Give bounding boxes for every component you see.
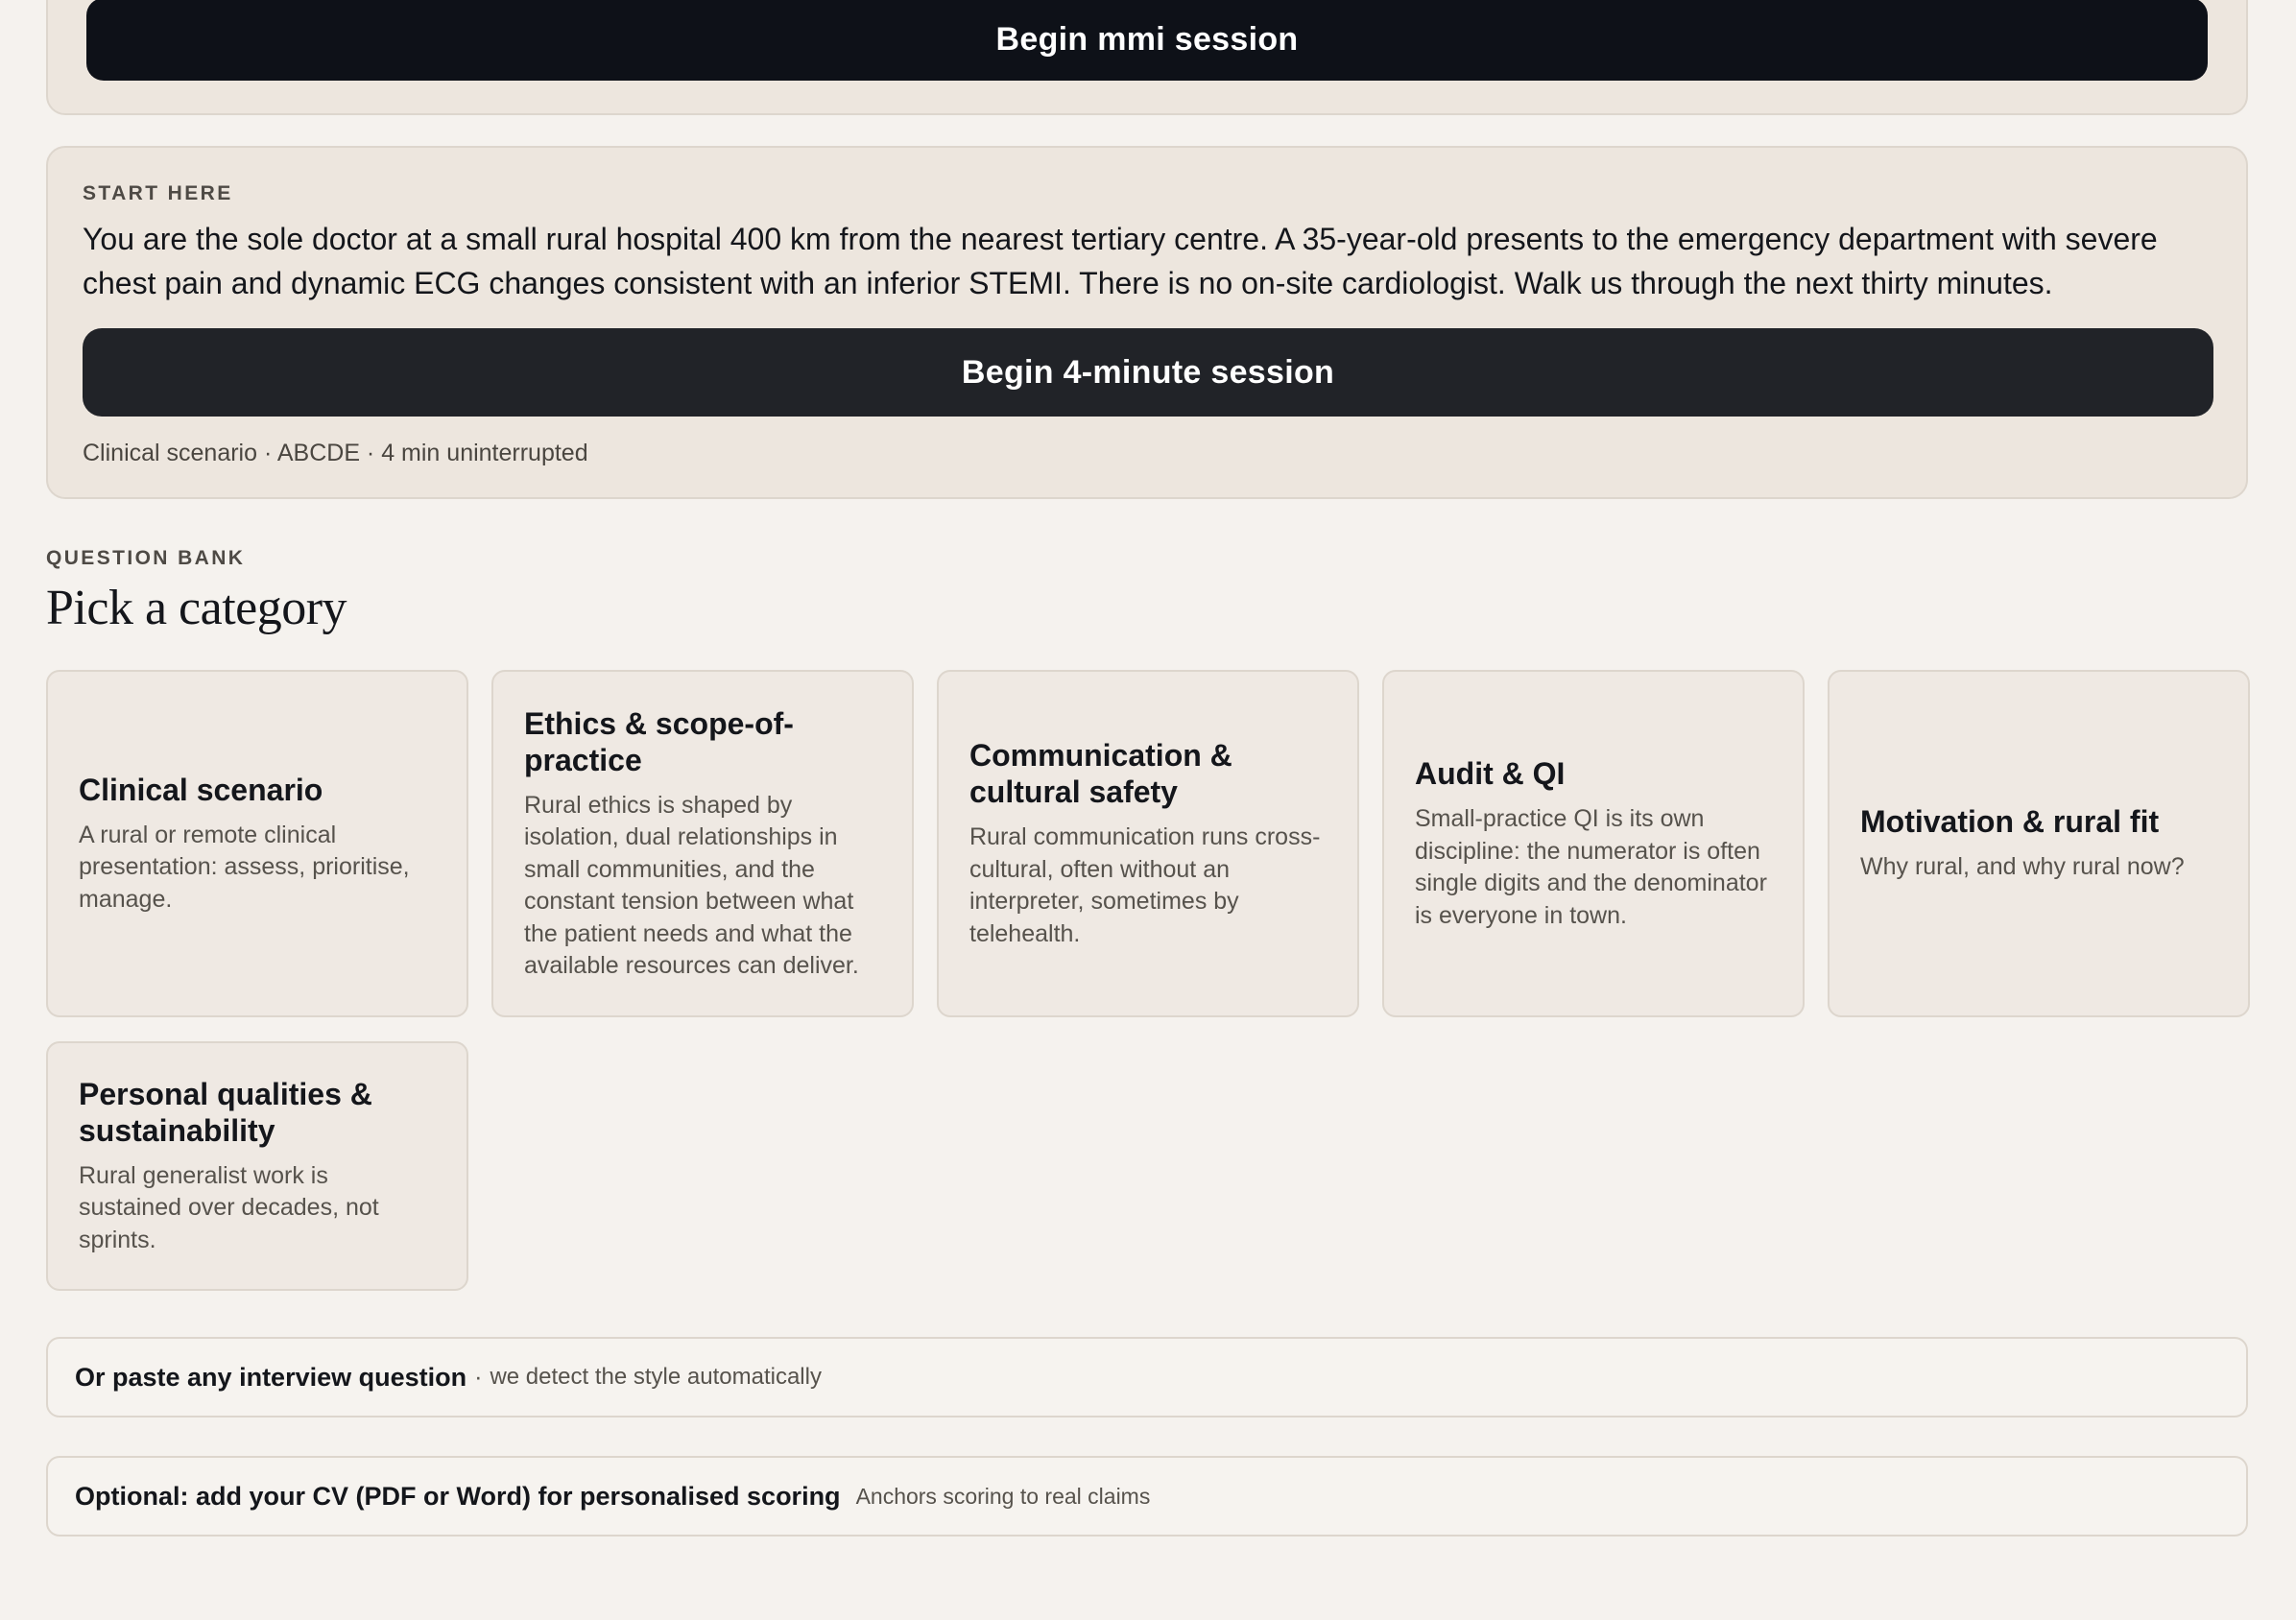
separator-dot: · — [474, 1363, 483, 1391]
category-description: Rural ethics is shaped by isolation, dua… — [524, 791, 859, 980]
category-card-motivation[interactable]: Motivation & rural fit Why rural, and wh… — [1828, 670, 2250, 1017]
cv-upload-note: Anchors scoring to real claims — [855, 1483, 1151, 1509]
category-title: Audit & QI — [1415, 756, 1566, 791]
category-description: Small-practice QI is its own discipline:… — [1415, 805, 1767, 929]
category-title: Motivation & rural fit — [1860, 804, 2160, 840]
category-card-audit-qi[interactable]: Audit & QI Small-practice QI is its own … — [1382, 670, 1805, 1017]
category-description: A rural or remote clinical presentation:… — [79, 821, 410, 913]
start-here-eyebrow: START HERE — [83, 182, 233, 204]
category-description: Rural generalist work is sustained over … — [79, 1161, 379, 1253]
begin-4-minute-session-button[interactable]: Begin 4-minute session — [83, 328, 2213, 417]
scenario-prompt: You are the sole doctor at a small rural… — [83, 222, 2158, 300]
begin-mmi-session-button[interactable]: Begin mmi session — [86, 0, 2208, 81]
category-description: Why rural, and why rural now? — [1860, 853, 2185, 881]
paste-question-bar[interactable]: Or paste any interview question · we det… — [46, 1337, 2248, 1418]
category-title: Personal qualities & sustainability — [79, 1076, 372, 1148]
category-card-ethics[interactable]: Ethics & scope-of-practice Rural ethics … — [491, 670, 914, 1017]
start-here-panel: START HERE You are the sole doctor at a … — [46, 146, 2248, 499]
mmi-session-panel: Begin mmi session — [46, 0, 2248, 115]
question-bank-eyebrow: QUESTION BANK — [46, 547, 246, 569]
paste-question-label: Or paste any interview question — [75, 1362, 467, 1392]
category-title: Clinical scenario — [79, 772, 323, 807]
cv-upload-bar[interactable]: Optional: add your CV (PDF or Word) for … — [46, 1456, 2248, 1537]
paste-question-note: we detect the style automatically — [490, 1364, 822, 1390]
category-card-communication[interactable]: Communication & cultural safety Rural co… — [937, 670, 1359, 1017]
category-card-clinical-scenario[interactable]: Clinical scenario A rural or remote clin… — [46, 670, 468, 1017]
category-card-personal-qualities[interactable]: Personal qualities & sustainability Rura… — [46, 1041, 468, 1291]
session-meta: Clinical scenario · ABCDE · 4 min uninte… — [83, 440, 588, 466]
section-title: Pick a category — [46, 581, 347, 635]
cv-upload-label: Optional: add your CV (PDF or Word) for … — [75, 1481, 841, 1511]
category-description: Rural communication runs cross-cultural,… — [969, 823, 1321, 947]
category-title: Ethics & scope-of-practice — [524, 705, 794, 777]
category-title: Communication & cultural safety — [969, 738, 1232, 809]
